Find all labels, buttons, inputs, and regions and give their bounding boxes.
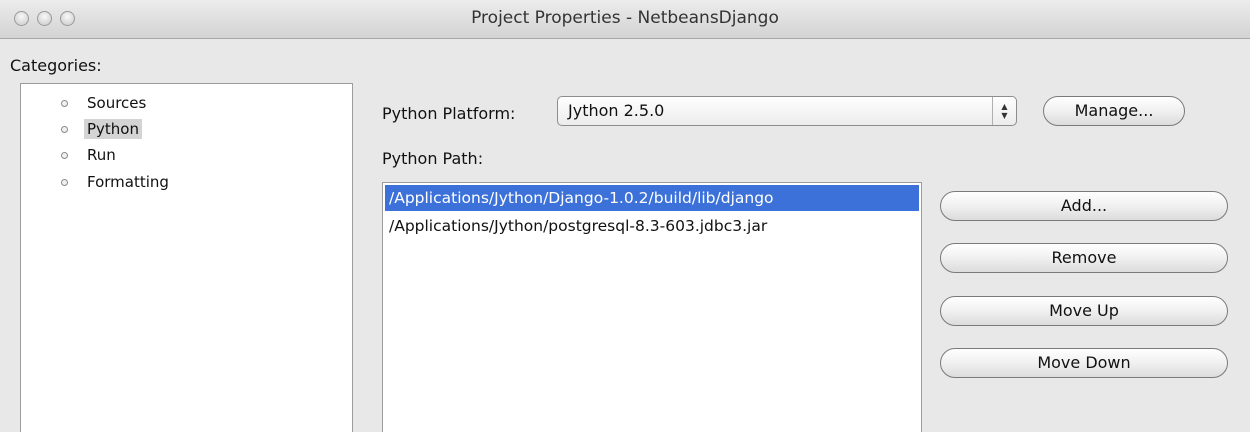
remove-path-button[interactable]: Remove [940,243,1228,273]
tree-node-bullet-icon [61,125,68,133]
tree-node-bullet-icon [61,99,68,107]
path-list-item[interactable]: /Applications/Jython/postgresql-8.3-603.… [385,213,919,239]
add-path-button[interactable]: Add... [940,191,1228,221]
path-list-item[interactable]: /Applications/Jython/Django-1.0.2/build/… [385,185,919,211]
categories-label: Categories: [10,56,102,75]
select-arrows-icon: ▲ ▼ [992,97,1016,125]
title-bar[interactable]: Project Properties - NetbeansDjango [0,0,1250,39]
tree-node-bullet-icon [61,151,68,159]
category-item-label: Run [87,146,116,164]
category-item-label: Sources [87,94,147,112]
category-item-sources[interactable]: Sources [61,91,149,115]
categories-tree[interactable]: Sources Python Run Formatting [20,83,353,432]
window-title: Project Properties - NetbeansDjango [471,8,779,28]
python-platform-label: Python Platform: [382,104,516,123]
python-path-list[interactable]: /Applications/Jython/Django-1.0.2/build/… [382,182,922,432]
python-platform-value: Jython 2.5.0 [568,101,665,120]
move-up-button[interactable]: Move Up [940,296,1228,326]
move-down-button[interactable]: Move Down [940,348,1228,378]
category-item-run[interactable]: Run [61,143,119,167]
project-properties-window: Project Properties - NetbeansDjango Cate… [0,0,1250,432]
category-item-formatting[interactable]: Formatting [61,170,172,194]
tree-node-bullet-icon [61,178,68,186]
category-item-label: Formatting [87,173,169,191]
category-item-python[interactable]: Python [61,117,142,141]
python-path-label: Python Path: [382,149,484,168]
category-item-label: Python [84,119,142,139]
manage-button[interactable]: Manage... [1043,96,1185,126]
python-platform-select[interactable]: Jython 2.5.0 ▲ ▼ [557,96,1017,126]
